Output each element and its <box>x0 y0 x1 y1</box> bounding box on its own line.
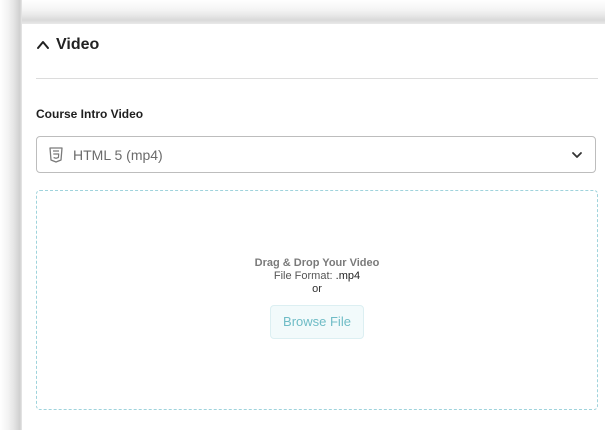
video-source-select[interactable]: HTML 5 (mp4) <box>36 136 596 173</box>
or-separator: or <box>312 283 322 295</box>
section-divider <box>36 78 598 79</box>
video-settings-panel: Video Course Intro Video HTML 5 (mp4) Dr… <box>22 24 605 430</box>
browse-file-button[interactable]: Browse File <box>270 305 364 339</box>
video-dropzone[interactable]: Drag & Drop Your Video File Format: .mp4… <box>36 190 598 410</box>
chevron-up-icon <box>37 41 49 49</box>
file-format-text: File Format: .mp4 <box>37 270 597 283</box>
file-format-prefix: File Format: <box>273 270 333 282</box>
video-section-toggle[interactable]: Video <box>36 36 99 54</box>
html5-icon <box>49 146 63 163</box>
dropzone-title: Drag & Drop Your Video <box>254 257 380 269</box>
dropzone-content: Drag & Drop Your Video File Format: .mp4… <box>37 257 597 339</box>
video-source-value: HTML 5 (mp4) <box>73 146 163 163</box>
screen: Video Course Intro Video HTML 5 (mp4) Dr… <box>0 0 605 430</box>
section-title: Video <box>56 36 100 53</box>
file-format-extension: .mp4 <box>335 270 361 282</box>
frame-shadow-top <box>0 0 605 24</box>
course-intro-video-label: Course Intro Video <box>36 107 144 121</box>
chevron-down-icon <box>572 151 582 158</box>
frame-shadow-left <box>0 0 22 430</box>
